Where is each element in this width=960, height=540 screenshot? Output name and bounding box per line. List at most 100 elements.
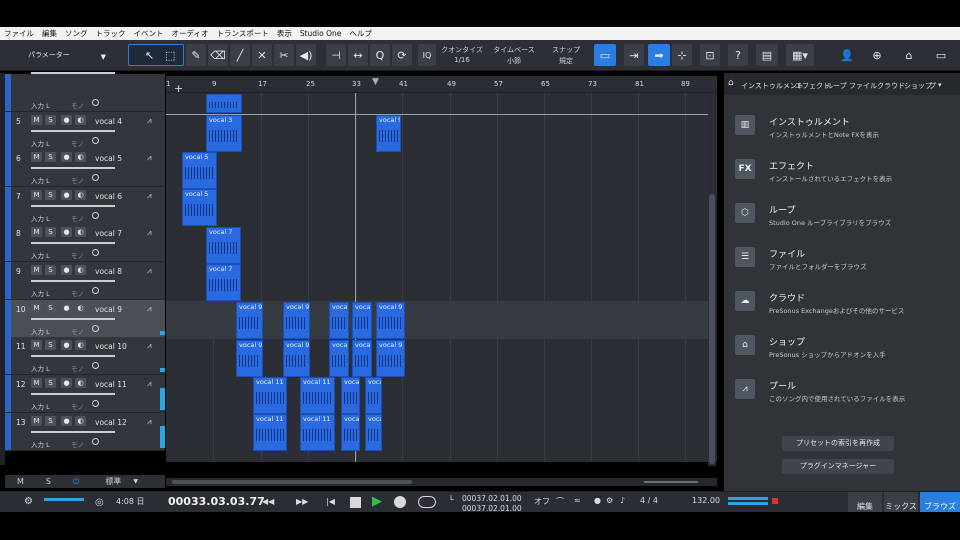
mute-button[interactable]: M [31, 115, 42, 125]
iq-button[interactable]: IQ [418, 44, 436, 66]
menu-transport[interactable]: トランスポート [216, 28, 268, 39]
track-input[interactable]: 入力 L [31, 401, 50, 411]
parameter-select[interactable]: パラメーター ▼ [24, 44, 110, 66]
vertical-scrollbar[interactable] [708, 94, 716, 466]
monitor-icon[interactable] [92, 287, 99, 294]
solo-button[interactable]: S [45, 227, 56, 237]
position-display[interactable]: 00033.03.03.77 [168, 495, 265, 508]
tab-cloud[interactable]: クラウド [877, 81, 905, 91]
audio-clip[interactable]: vocal 9 [329, 340, 349, 377]
audio-clip[interactable]: vocal 11 [253, 377, 287, 414]
track-input[interactable]: 入力 L [31, 100, 50, 110]
audio-clip[interactable]: voca [365, 377, 382, 414]
account-button[interactable]: 👤 [836, 44, 858, 66]
track-row-8[interactable]: 8 M S ● ◐ vocal 7 ⩘ 入力 L モノ [5, 224, 165, 262]
track-volume-fader[interactable] [31, 431, 115, 433]
chevron-down-icon[interactable]: ▾ [938, 81, 942, 89]
audio-clip[interactable]: vocal 9 [352, 302, 372, 339]
audio-clip[interactable]: vocal 11 [341, 414, 360, 451]
solo-button[interactable]: S [45, 115, 56, 125]
mute-button[interactable]: M [31, 340, 42, 350]
track-volume-fader[interactable] [31, 130, 115, 132]
audio-clip[interactable]: vocal 9 [236, 302, 263, 339]
monitor-icon[interactable] [92, 249, 99, 256]
audio-clip[interactable]: voca [365, 414, 382, 451]
click-settings-icon[interactable]: ⚙ [606, 496, 613, 505]
layout-button[interactable]: ▦▾ [786, 44, 814, 66]
track-volume-fader[interactable] [31, 72, 115, 74]
loop-start-value[interactable]: 00037.02.01.00 [462, 494, 522, 503]
split-tool-button[interactable]: ✂ [274, 44, 294, 66]
track-input[interactable]: 入力 L [31, 363, 50, 373]
audio-clip[interactable]: vocal 9 [236, 340, 263, 377]
return-to-zero-icon[interactable]: |◀ [326, 497, 335, 506]
mute-button[interactable]: M [31, 303, 42, 313]
track-name[interactable]: vocal 6 [95, 192, 122, 201]
record-button[interactable]: ● [61, 227, 72, 237]
audio-clip[interactable]: vocal 11 [341, 377, 360, 414]
scrollbar-thumb[interactable] [172, 480, 412, 484]
monitor-button[interactable]: ◐ [75, 303, 86, 313]
bend-tool-button[interactable]: ⊣ [326, 44, 346, 66]
menu-track[interactable]: トラック [96, 28, 126, 39]
track-name[interactable]: vocal 10 [95, 342, 127, 351]
tab-pool[interactable]: プ [929, 81, 936, 91]
fullscreen-button[interactable]: ⊡ [700, 44, 720, 66]
loop-toggle-button[interactable] [418, 496, 436, 508]
loop-end-value[interactable]: 00037.02.01.00 [462, 504, 522, 513]
record-button[interactable]: ● [61, 115, 72, 125]
global-solo-button[interactable]: S [46, 477, 51, 486]
add-marker-icon[interactable]: + [174, 82, 183, 95]
tab-loops[interactable]: ループ [826, 81, 847, 91]
track-name[interactable]: vocal 12 [95, 418, 127, 427]
snap-toggle-button[interactable]: ▭ [594, 44, 616, 66]
record-button[interactable]: ● [61, 152, 72, 162]
monitor-icon[interactable] [92, 325, 99, 332]
track-volume-fader[interactable] [31, 167, 115, 169]
audio-clip[interactable]: vocal 11 [253, 414, 287, 451]
track-volume-fader[interactable] [31, 242, 115, 244]
track-input[interactable]: 入力 L [31, 288, 50, 298]
play-button[interactable]: ▶ [372, 494, 382, 509]
help-button[interactable]: ? [728, 44, 748, 66]
track-input[interactable]: 入力 L [31, 175, 50, 185]
timebase-value[interactable]: 小節 [492, 56, 536, 66]
audio-clip[interactable]: vocal 9 [283, 340, 310, 377]
zoom-slider[interactable] [644, 481, 698, 483]
track-row-12[interactable]: 12 M S ● ◐ vocal 11 ⩘ 入力 L モノ [5, 375, 165, 413]
track-name[interactable]: vocal 11 [95, 380, 127, 389]
solo-button[interactable]: S [45, 190, 56, 200]
punch-icon[interactable]: ≈ [574, 496, 581, 505]
track-name[interactable]: vocal 5 [95, 154, 122, 163]
snap-value[interactable]: 規定 [544, 56, 588, 66]
record-button[interactable] [394, 496, 406, 508]
arrange-view[interactable] [166, 76, 717, 462]
mute-button[interactable]: M [31, 152, 42, 162]
track-input[interactable]: 入力 L [31, 213, 50, 223]
tab-shop[interactable]: ショップ [904, 81, 932, 91]
monitor-button[interactable]: ◐ [75, 152, 86, 162]
zoom-button[interactable]: Q [370, 44, 390, 66]
stop-button[interactable] [350, 497, 361, 508]
video-button[interactable]: ▤ [756, 44, 778, 66]
record-button[interactable]: ● [61, 378, 72, 388]
sync-status[interactable]: オフ [534, 496, 550, 507]
audio-clip[interactable]: vocal 5 [182, 152, 217, 189]
tab-mix[interactable]: ミックス [884, 492, 918, 512]
quantize-value[interactable]: 1/16 [440, 56, 484, 64]
timeline-ruler[interactable]: 1 9 17 25 33 41 49 57 65 73 81 89 ▼ + [166, 76, 717, 95]
menu-help[interactable]: ヘルプ [349, 28, 372, 39]
audio-clip[interactable] [206, 94, 242, 113]
monitor-button[interactable]: ◐ [75, 265, 86, 275]
solo-button[interactable]: S [45, 416, 56, 426]
menu-edit[interactable]: 編集 [42, 28, 57, 39]
start-page-button[interactable]: ⌂ [898, 44, 920, 66]
range-tool-icon[interactable]: ⬚ [165, 49, 175, 62]
paint-tool-button[interactable]: ╱ [230, 44, 250, 66]
track-row-10[interactable]: 10 M S ● ◐ vocal 9 ⩘ 入力 L モノ [5, 300, 165, 338]
audio-clip[interactable]: vocal 9 [329, 302, 349, 339]
mute-button[interactable]: M [31, 227, 42, 237]
power-icon[interactable]: ⏻ [73, 477, 79, 487]
metronome-icon[interactable]: ● [594, 496, 601, 505]
project-button[interactable]: ▭ [930, 44, 952, 66]
